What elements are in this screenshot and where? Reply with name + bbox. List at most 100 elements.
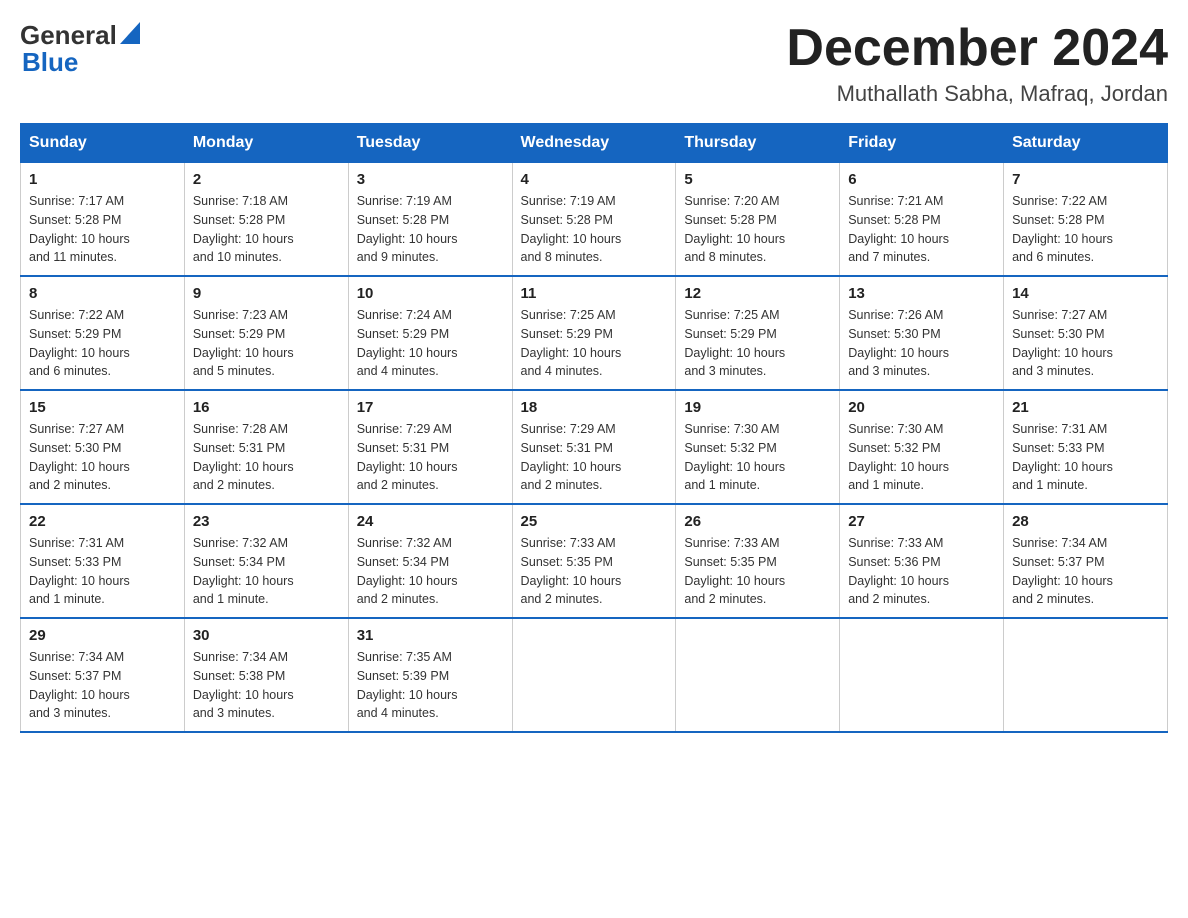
calendar-week-row: 15 Sunrise: 7:27 AM Sunset: 5:30 PM Dayli…: [21, 390, 1168, 504]
day-number: 29: [29, 627, 176, 644]
col-tuesday: Tuesday: [348, 124, 512, 163]
day-number: 28: [1012, 513, 1159, 530]
day-info: Sunrise: 7:33 AM Sunset: 5:35 PM Dayligh…: [521, 534, 668, 609]
location-title: Muthallath Sabha, Mafraq, Jordan: [786, 81, 1168, 107]
day-info: Sunrise: 7:22 AM Sunset: 5:29 PM Dayligh…: [29, 306, 176, 381]
day-info: Sunrise: 7:35 AM Sunset: 5:39 PM Dayligh…: [357, 648, 504, 723]
calendar-cell: 21 Sunrise: 7:31 AM Sunset: 5:33 PM Dayli…: [1004, 390, 1168, 504]
calendar-cell: 6 Sunrise: 7:21 AM Sunset: 5:28 PM Daylig…: [840, 163, 1004, 277]
title-block: December 2024 Muthallath Sabha, Mafraq, …: [786, 20, 1168, 107]
calendar-cell: 16 Sunrise: 7:28 AM Sunset: 5:31 PM Dayli…: [184, 390, 348, 504]
day-info: Sunrise: 7:22 AM Sunset: 5:28 PM Dayligh…: [1012, 192, 1159, 267]
day-info: Sunrise: 7:24 AM Sunset: 5:29 PM Dayligh…: [357, 306, 504, 381]
day-info: Sunrise: 7:28 AM Sunset: 5:31 PM Dayligh…: [193, 420, 340, 495]
day-number: 1: [29, 171, 176, 188]
day-info: Sunrise: 7:23 AM Sunset: 5:29 PM Dayligh…: [193, 306, 340, 381]
day-info: Sunrise: 7:27 AM Sunset: 5:30 PM Dayligh…: [29, 420, 176, 495]
calendar-cell: 11 Sunrise: 7:25 AM Sunset: 5:29 PM Dayli…: [512, 276, 676, 390]
day-number: 24: [357, 513, 504, 530]
col-saturday: Saturday: [1004, 124, 1168, 163]
day-number: 10: [357, 285, 504, 302]
day-number: 16: [193, 399, 340, 416]
calendar-cell: 22 Sunrise: 7:31 AM Sunset: 5:33 PM Dayli…: [21, 504, 185, 618]
day-number: 15: [29, 399, 176, 416]
page-header: General Blue December 2024 Muthallath Sa…: [20, 20, 1168, 107]
day-number: 17: [357, 399, 504, 416]
calendar-cell: 12Sunrise: 7:25 AM Sunset: 5:29 PM Dayli…: [676, 276, 840, 390]
day-number: 7: [1012, 171, 1159, 188]
day-info: Sunrise: 7:33 AM Sunset: 5:35 PM Dayligh…: [684, 534, 831, 609]
day-info: Sunrise: 7:20 AM Sunset: 5:28 PM Dayligh…: [684, 192, 831, 267]
day-number: 31: [357, 627, 504, 644]
calendar-cell: 7 Sunrise: 7:22 AM Sunset: 5:28 PM Daylig…: [1004, 163, 1168, 277]
calendar-cell: 23Sunrise: 7:32 AM Sunset: 5:34 PM Dayli…: [184, 504, 348, 618]
calendar-cell: 18Sunrise: 7:29 AM Sunset: 5:31 PM Dayli…: [512, 390, 676, 504]
day-info: Sunrise: 7:19 AM Sunset: 5:28 PM Dayligh…: [357, 192, 504, 267]
logo: General Blue: [20, 20, 140, 78]
day-info: Sunrise: 7:31 AM Sunset: 5:33 PM Dayligh…: [29, 534, 176, 609]
day-number: 22: [29, 513, 176, 530]
day-number: 19: [684, 399, 831, 416]
calendar-cell: 14 Sunrise: 7:27 AM Sunset: 5:30 PM Dayli…: [1004, 276, 1168, 390]
day-info: Sunrise: 7:27 AM Sunset: 5:30 PM Dayligh…: [1012, 306, 1159, 381]
day-number: 11: [521, 285, 668, 302]
calendar-week-row: 1 Sunrise: 7:17 AM Sunset: 5:28 PM Daylig…: [21, 163, 1168, 277]
calendar-cell: 30Sunrise: 7:34 AM Sunset: 5:38 PM Dayli…: [184, 618, 348, 732]
calendar-cell: 15 Sunrise: 7:27 AM Sunset: 5:30 PM Dayli…: [21, 390, 185, 504]
day-info: Sunrise: 7:30 AM Sunset: 5:32 PM Dayligh…: [684, 420, 831, 495]
calendar-header-row: Sunday Monday Tuesday Wednesday Thursday…: [21, 124, 1168, 163]
day-info: Sunrise: 7:33 AM Sunset: 5:36 PM Dayligh…: [848, 534, 995, 609]
calendar-cell: 5Sunrise: 7:20 AM Sunset: 5:28 PM Daylig…: [676, 163, 840, 277]
calendar-cell: 13 Sunrise: 7:26 AM Sunset: 5:30 PM Dayli…: [840, 276, 1004, 390]
day-number: 23: [193, 513, 340, 530]
day-number: 8: [29, 285, 176, 302]
day-info: Sunrise: 7:18 AM Sunset: 5:28 PM Dayligh…: [193, 192, 340, 267]
calendar-week-row: 22 Sunrise: 7:31 AM Sunset: 5:33 PM Dayli…: [21, 504, 1168, 618]
day-info: Sunrise: 7:31 AM Sunset: 5:33 PM Dayligh…: [1012, 420, 1159, 495]
day-info: Sunrise: 7:21 AM Sunset: 5:28 PM Dayligh…: [848, 192, 995, 267]
calendar-cell: 17 Sunrise: 7:29 AM Sunset: 5:31 PM Dayli…: [348, 390, 512, 504]
col-friday: Friday: [840, 124, 1004, 163]
day-number: 3: [357, 171, 504, 188]
day-info: Sunrise: 7:30 AM Sunset: 5:32 PM Dayligh…: [848, 420, 995, 495]
day-info: Sunrise: 7:34 AM Sunset: 5:37 PM Dayligh…: [29, 648, 176, 723]
calendar-cell: [840, 618, 1004, 732]
day-info: Sunrise: 7:26 AM Sunset: 5:30 PM Dayligh…: [848, 306, 995, 381]
calendar-cell: [676, 618, 840, 732]
day-number: 9: [193, 285, 340, 302]
day-number: 12: [684, 285, 831, 302]
day-info: Sunrise: 7:17 AM Sunset: 5:28 PM Dayligh…: [29, 192, 176, 267]
col-sunday: Sunday: [21, 124, 185, 163]
day-info: Sunrise: 7:34 AM Sunset: 5:38 PM Dayligh…: [193, 648, 340, 723]
calendar-cell: [512, 618, 676, 732]
calendar-cell: [1004, 618, 1168, 732]
day-number: 25: [521, 513, 668, 530]
logo-triangle-icon: [120, 22, 140, 44]
day-number: 21: [1012, 399, 1159, 416]
calendar-cell: 28Sunrise: 7:34 AM Sunset: 5:37 PM Dayli…: [1004, 504, 1168, 618]
calendar-cell: 1 Sunrise: 7:17 AM Sunset: 5:28 PM Daylig…: [21, 163, 185, 277]
calendar-cell: 29 Sunrise: 7:34 AM Sunset: 5:37 PM Dayli…: [21, 618, 185, 732]
day-info: Sunrise: 7:29 AM Sunset: 5:31 PM Dayligh…: [521, 420, 668, 495]
calendar-cell: 19 Sunrise: 7:30 AM Sunset: 5:32 PM Dayli…: [676, 390, 840, 504]
calendar-cell: 26 Sunrise: 7:33 AM Sunset: 5:35 PM Dayli…: [676, 504, 840, 618]
calendar-cell: 27 Sunrise: 7:33 AM Sunset: 5:36 PM Dayli…: [840, 504, 1004, 618]
calendar-cell: 10 Sunrise: 7:24 AM Sunset: 5:29 PM Dayli…: [348, 276, 512, 390]
calendar-cell: 4Sunrise: 7:19 AM Sunset: 5:28 PM Daylig…: [512, 163, 676, 277]
calendar-cell: 8 Sunrise: 7:22 AM Sunset: 5:29 PM Daylig…: [21, 276, 185, 390]
day-info: Sunrise: 7:25 AM Sunset: 5:29 PM Dayligh…: [521, 306, 668, 381]
day-number: 14: [1012, 285, 1159, 302]
day-info: Sunrise: 7:29 AM Sunset: 5:31 PM Dayligh…: [357, 420, 504, 495]
calendar-cell: 2 Sunrise: 7:18 AM Sunset: 5:28 PM Daylig…: [184, 163, 348, 277]
logo-blue-text: Blue: [22, 47, 78, 78]
day-number: 26: [684, 513, 831, 530]
day-number: 13: [848, 285, 995, 302]
calendar-cell: 25 Sunrise: 7:33 AM Sunset: 5:35 PM Dayli…: [512, 504, 676, 618]
calendar-cell: 20Sunrise: 7:30 AM Sunset: 5:32 PM Dayli…: [840, 390, 1004, 504]
day-number: 2: [193, 171, 340, 188]
day-number: 6: [848, 171, 995, 188]
day-number: 27: [848, 513, 995, 530]
col-wednesday: Wednesday: [512, 124, 676, 163]
col-thursday: Thursday: [676, 124, 840, 163]
col-monday: Monday: [184, 124, 348, 163]
